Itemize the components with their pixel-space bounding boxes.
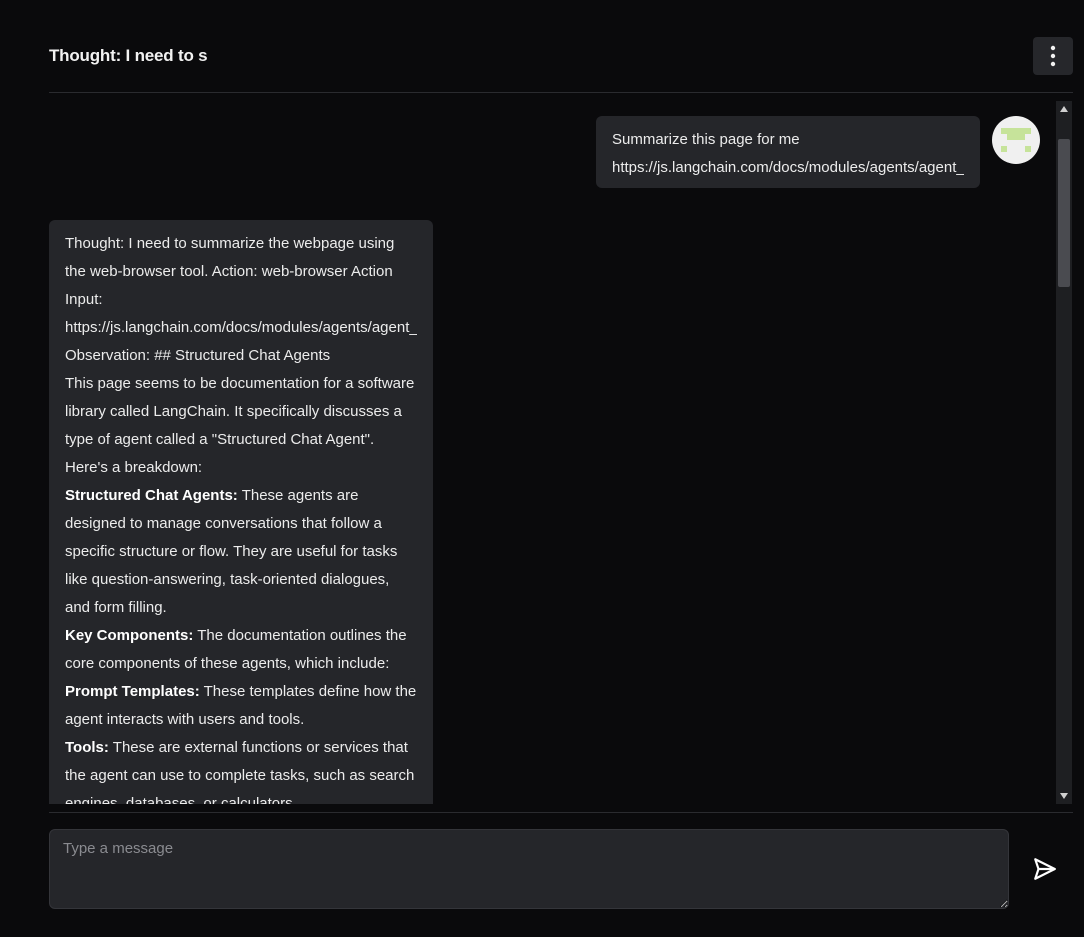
section-label: Tools: — [65, 739, 109, 756]
chat-messages[interactable]: Summarize this page for me https://js.la… — [49, 101, 1056, 804]
send-button[interactable] — [1030, 854, 1060, 884]
summary-section: Prompt Templates: These templates define… — [65, 678, 417, 734]
scroll-up-button[interactable] — [1056, 101, 1072, 117]
identicon-avatar — [1001, 128, 1031, 152]
user-message: Summarize this page for me https://js.la… — [596, 116, 980, 188]
footer-divider — [49, 812, 1073, 813]
user-message-text: Summarize this page for me — [612, 131, 800, 148]
section-text: These are external functions or services… — [65, 739, 415, 804]
section-label: Key Components: — [65, 627, 194, 644]
triangle-up-icon — [1060, 106, 1068, 112]
section-text: These agents are designed to manage conv… — [65, 487, 398, 616]
summary-section: Structured Chat Agents: These agents are… — [65, 482, 417, 622]
user-message-link: https://js.langchain.com/docs/modules/ag… — [612, 159, 964, 176]
assistant-summary-intro: This page seems to be documentation for … — [65, 375, 415, 476]
summary-section: Key Components: The documentation outlin… — [65, 622, 417, 678]
page-title: Thought: I need to s — [49, 46, 208, 65]
scroll-thumb[interactable] — [1058, 139, 1070, 287]
more-options-button[interactable] — [1033, 37, 1073, 75]
send-icon — [1034, 858, 1056, 880]
summary-section: Tools: These are external functions or s… — [65, 734, 417, 804]
assistant-message: Thought: I need to summarize the webpage… — [49, 220, 433, 804]
assistant-observation: Observation: ## Structured Chat Agents — [65, 347, 331, 364]
message-input[interactable] — [49, 829, 1009, 909]
assistant-thought: Thought: I need to summarize the webpage… — [65, 235, 395, 308]
user-avatar — [992, 116, 1040, 164]
header-divider — [49, 92, 1073, 93]
scroll-down-button[interactable] — [1056, 788, 1072, 804]
chat-scrollbar[interactable] — [1056, 101, 1072, 804]
section-label: Structured Chat Agents: — [65, 487, 238, 504]
triangle-down-icon — [1060, 793, 1068, 799]
section-label: Prompt Templates: — [65, 683, 200, 700]
vertical-ellipsis-icon — [1050, 45, 1056, 67]
assistant-action-url: https://js.langchain.com/docs/modules/ag… — [65, 319, 417, 336]
